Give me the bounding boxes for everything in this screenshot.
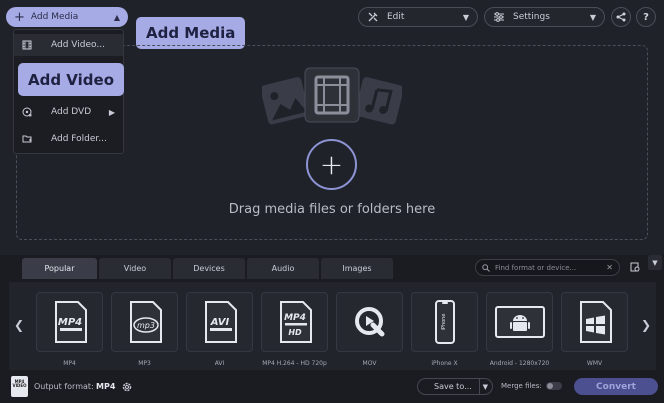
output-format-file-icon: MP4 VIDEO [11, 376, 28, 397]
chevron-down-icon: ▼ [462, 12, 469, 22]
mp4-hd-file-icon: MP4 HD [279, 301, 312, 343]
sliders-icon [493, 11, 505, 23]
tab-devices[interactable]: Devices [173, 258, 245, 279]
merge-files-toggle[interactable] [546, 382, 562, 390]
format-label: Android - 1280x720 [489, 360, 550, 367]
format-label: MP3 [138, 360, 151, 367]
format-label: WMV [586, 360, 603, 367]
convert-button[interactable]: Convert [574, 378, 658, 395]
android-tablet-icon [494, 306, 545, 338]
menu-item-add-folder[interactable]: Add Folder... [14, 128, 123, 150]
film-icon [22, 40, 32, 50]
tab-images[interactable]: Images [321, 258, 393, 279]
format-card-avi[interactable]: AVI [186, 292, 253, 352]
share-icon [616, 12, 626, 22]
format-badge: MP4 [57, 317, 81, 328]
format-card-mp4[interactable]: MP4 [36, 292, 103, 352]
format-label: MOV [362, 360, 377, 367]
output-format-label: Output format: [34, 382, 94, 391]
chevron-right-icon: ▶ [108, 107, 115, 117]
format-badge: AVI [209, 317, 229, 328]
menu-item-label: Add Folder... [51, 134, 107, 144]
add-media-label: Add Media [30, 12, 79, 22]
drop-hint: Drag media files or folders here [228, 202, 436, 217]
format-label: MP4 [63, 360, 76, 367]
mp3-file-icon: mp3 [129, 301, 162, 343]
close-icon[interactable]: ✕ [606, 263, 613, 272]
share-button[interactable] [611, 7, 631, 27]
tab-audio[interactable]: Audio [247, 258, 319, 279]
menu-item-add-dvd[interactable]: Add DVD ▶ [14, 101, 123, 123]
menu-item-label: Add Video... [51, 40, 105, 50]
format-card-mov[interactable] [336, 292, 403, 352]
format-badge: MP4 [284, 313, 306, 323]
my-formats-button[interactable] [626, 258, 644, 276]
format-card-mp3[interactable]: mp3 [111, 292, 178, 352]
tab-video[interactable]: Video [99, 258, 171, 279]
format-badge-sub: HD [288, 328, 302, 337]
mp4-file-icon: MP4 [54, 301, 87, 343]
edit-dropdown[interactable]: Edit ▼ [358, 7, 478, 27]
disc-icon [22, 107, 32, 117]
scroll-left-icon[interactable]: ❮ [14, 318, 24, 332]
format-badge: iPhone [441, 314, 447, 331]
format-badge: mp3 [137, 321, 155, 330]
menu-item-add-video[interactable]: Add Video... [14, 34, 123, 56]
add-video-callout: Add Video [18, 63, 125, 96]
iphone-icon: iPhone [434, 300, 455, 344]
quicktime-icon [354, 307, 384, 337]
avi-file-icon: AVI [204, 301, 237, 343]
search-icon [482, 263, 490, 272]
format-label: iPhone X [431, 360, 458, 367]
tools-icon [367, 11, 379, 23]
save-to-button[interactable]: Save to... ▼ [417, 378, 493, 395]
chevron-up-icon: ▲ [113, 12, 120, 22]
format-card-mp4-hd[interactable]: MP4 HD [261, 292, 328, 352]
collapse-panel-button[interactable]: ▼ [648, 255, 662, 270]
format-card-wmv[interactable] [561, 292, 628, 352]
edit-label: Edit [387, 12, 405, 22]
output-format-value: MP4 [96, 382, 116, 391]
chevron-down-icon: ▼ [652, 258, 658, 267]
format-label: AVI [214, 360, 225, 367]
settings-label: Settings [513, 12, 550, 22]
settings-dropdown[interactable]: Settings ▼ [484, 7, 605, 27]
format-card-android[interactable] [486, 292, 553, 352]
chevron-down-icon: ▼ [589, 12, 596, 22]
format-label: MP4 H.264 - HD 720p [262, 360, 327, 367]
format-strip [9, 282, 656, 370]
chevron-down-icon[interactable]: ▼ [478, 379, 488, 394]
search-input[interactable] [495, 263, 607, 272]
merge-files-label: Merge files: [501, 382, 542, 390]
gear-icon [122, 382, 132, 392]
menu-item-label: Add DVD [51, 107, 92, 117]
folder-add-icon [22, 134, 32, 144]
format-settings-icon [630, 262, 640, 272]
help-button[interactable]: ? [636, 7, 656, 27]
media-files-icon [262, 67, 402, 125]
output-settings-button[interactable] [118, 378, 136, 396]
plus-icon: + [14, 9, 25, 25]
tab-popular[interactable]: Popular [22, 258, 97, 279]
wmv-file-icon [579, 301, 612, 343]
save-to-label: Save to... [434, 382, 472, 391]
add-media-button[interactable]: + Add Media ▲ [6, 7, 128, 27]
format-card-iphone-x[interactable]: iPhone [411, 292, 478, 352]
format-search: ✕ [475, 259, 620, 276]
add-files-button[interactable]: + [306, 139, 357, 190]
scroll-right-icon[interactable]: ❯ [641, 318, 651, 332]
